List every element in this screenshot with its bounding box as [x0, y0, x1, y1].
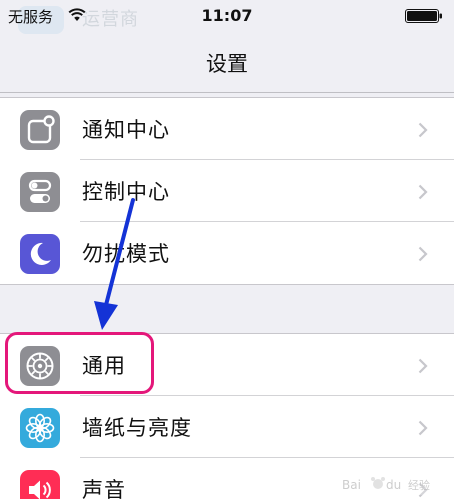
highlight-box: [5, 332, 154, 394]
svg-text:du: du: [386, 478, 401, 492]
chevron-right-icon: [418, 246, 428, 262]
svg-text:Bai: Bai: [342, 478, 361, 492]
wallpaper-icon: [20, 408, 60, 448]
settings-row-label: 控制中心: [82, 180, 170, 204]
chevron-right-icon: [418, 358, 428, 374]
sound-icon: [20, 470, 60, 499]
chevron-right-icon: [418, 122, 428, 138]
settings-row-label: 声音: [82, 478, 126, 499]
moon-icon: [20, 234, 60, 274]
settings-row-label: 勿扰模式: [82, 242, 170, 266]
settings-row-do-not-disturb[interactable]: 勿扰模式: [0, 222, 454, 284]
settings-screen: 运营商 无服务 11:07 设置 通知中心 控制中心 勿扰模式 通用 墙纸与亮度…: [0, 0, 454, 499]
settings-row-wallpaper-brightness[interactable]: 墙纸与亮度: [0, 396, 454, 458]
chevron-right-icon: [418, 184, 428, 200]
settings-row-label: 墙纸与亮度: [82, 416, 192, 440]
control-center-icon: [20, 172, 60, 212]
status-time: 11:07: [201, 6, 253, 25]
chevron-right-icon: [418, 420, 428, 436]
battery-icon: [405, 9, 442, 23]
settings-row-control-center[interactable]: 控制中心: [0, 160, 454, 222]
settings-row-notification-center[interactable]: 通知中心: [0, 98, 454, 160]
settings-row-label: 通知中心: [82, 118, 170, 142]
settings-group-1: 通知中心 控制中心 勿扰模式: [0, 97, 454, 285]
notification-center-icon: [20, 110, 60, 150]
page-title: 设置: [206, 52, 248, 76]
svg-text:经验: 经验: [408, 478, 430, 492]
baidu-watermark: Bai du 经验: [338, 473, 446, 495]
status-bar: 运营商 无服务 11:07: [0, 0, 454, 34]
nav-divider: [0, 92, 454, 93]
